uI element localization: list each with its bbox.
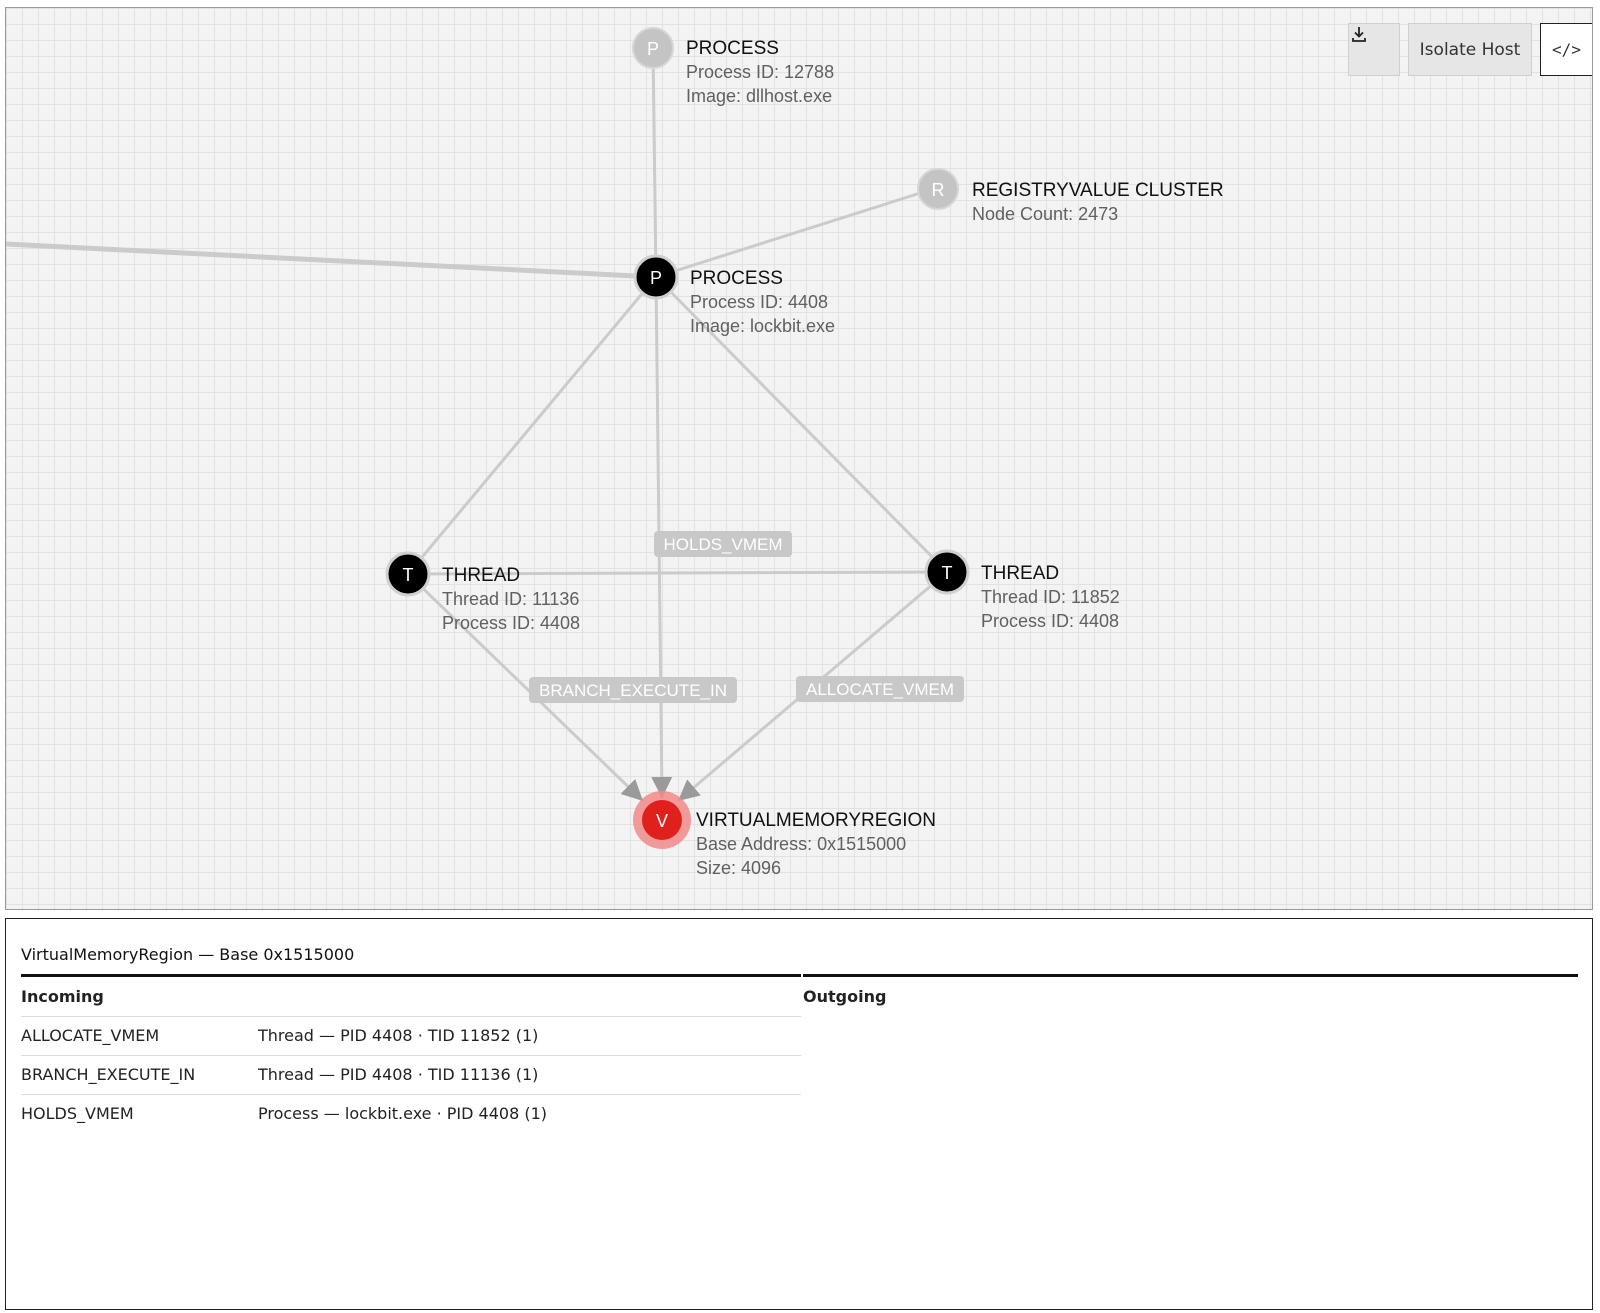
node-registry-cluster[interactable]: R REGISTRYVALUE CLUSTER Node Count: 2473: [917, 168, 1224, 224]
edge-label-holds-vmem[interactable]: HOLDS_VMEM: [654, 531, 792, 557]
node-process-12788[interactable]: P PROCESS Process ID: 12788 Image: dllho…: [632, 27, 834, 106]
edge-registry-cluster[interactable]: [655, 187, 934, 279]
isolate-host-button[interactable]: Isolate Host: [1408, 23, 1532, 76]
node-title: PROCESS: [690, 268, 783, 289]
node-thread-11136[interactable]: T THREAD Thread ID: 11136 Process ID: 44…: [385, 551, 580, 633]
graph-canvas[interactable]: HOLDS_VMEM BRANCH_EXECUTE_IN ALLOCATE_VM…: [5, 7, 1593, 910]
node-title: VIRTUALMEMORYREGION: [696, 810, 936, 831]
node-detail: Process ID: 4408: [442, 613, 580, 633]
node-detail: Process ID: 12788: [686, 62, 834, 82]
virtual-memory-icon: V: [656, 811, 668, 831]
thread-icon: T: [403, 565, 414, 585]
download-icon: [1352, 27, 1366, 42]
node-process-4408[interactable]: P PROCESS Process ID: 4408 Image: lockbi…: [633, 254, 835, 336]
node-title: PROCESS: [686, 38, 779, 59]
edge-label-text: BRANCH_EXECUTE_IN: [539, 681, 727, 700]
relation-target[interactable]: Process — lockbit.exe · PID 4408 (1): [258, 1095, 547, 1133]
edge-process-parent[interactable]: [651, 47, 658, 278]
details-title: VirtualMemoryRegion — Base 0x1515000: [21, 945, 355, 964]
node-title: THREAD: [981, 563, 1059, 584]
node-title: REGISTRYVALUE CLUSTER: [972, 180, 1224, 201]
relation-name: ALLOCATE_VMEM: [21, 1026, 160, 1045]
registry-icon: R: [932, 180, 945, 200]
edge-offscreen[interactable]: [6, 241, 657, 280]
relation-target[interactable]: Thread — PID 4408 · TID 11136 (1): [258, 1056, 538, 1094]
code-view-button[interactable]: </>: [1540, 23, 1592, 76]
edge-label-text: ALLOCATE_VMEM: [806, 680, 954, 699]
thread-icon: T: [942, 563, 953, 583]
table-row[interactable]: ALLOCATE_VMEM Thread — PID 4408 · TID 11…: [21, 1017, 801, 1056]
table-row[interactable]: HOLDS_VMEM Process — lockbit.exe · PID 4…: [21, 1095, 801, 1133]
process-icon: P: [650, 268, 662, 288]
code-icon: </>: [1552, 40, 1581, 59]
graph-svg[interactable]: HOLDS_VMEM BRANCH_EXECUTE_IN ALLOCATE_VM…: [6, 8, 1593, 910]
node-detail: Size: 4096: [696, 858, 781, 878]
relation-name: HOLDS_VMEM: [21, 1104, 134, 1123]
node-detail: Base Address: 0x1515000: [696, 834, 906, 854]
edge-label-branch-execute-in[interactable]: BRANCH_EXECUTE_IN: [529, 677, 737, 703]
node-detail: Process ID: 4408: [690, 292, 828, 312]
edge-process-thread-left[interactable]: [406, 276, 658, 575]
edge-label-allocate-vmem[interactable]: ALLOCATE_VMEM: [796, 676, 964, 702]
table-row[interactable]: BRANCH_EXECUTE_IN Thread — PID 4408 · TI…: [21, 1056, 801, 1095]
node-detail: Process ID: 4408: [981, 611, 1119, 631]
details-panel: VirtualMemoryRegion — Base 0x1515000 Inc…: [5, 918, 1593, 1310]
node-detail: Node Count: 2473: [972, 204, 1118, 224]
node-detail: Image: lockbit.exe: [690, 316, 835, 336]
node-title: THREAD: [442, 565, 520, 586]
edge-label-text: HOLDS_VMEM: [663, 535, 782, 554]
download-button[interactable]: [1348, 23, 1400, 76]
incoming-heading: Incoming: [21, 977, 801, 1017]
incoming-column: Incoming ALLOCATE_VMEM Thread — PID 4408…: [21, 974, 801, 1133]
relation-name: BRANCH_EXECUTE_IN: [21, 1065, 196, 1084]
outgoing-column: Outgoing: [803, 974, 1578, 1016]
node-detail: Thread ID: 11136: [442, 589, 579, 609]
node-thread-11852[interactable]: T THREAD Thread ID: 11852 Process ID: 44…: [924, 549, 1120, 631]
node-detail: Thread ID: 11852: [981, 587, 1120, 607]
outgoing-heading: Outgoing: [803, 987, 887, 1006]
relation-target[interactable]: Thread — PID 4408 · TID 11852 (1): [258, 1017, 538, 1055]
process-icon: P: [647, 39, 659, 59]
node-virtualmemoryregion[interactable]: V VIRTUALMEMORYREGION Base Address: 0x15…: [633, 791, 936, 878]
node-detail: Image: dllhost.exe: [686, 86, 832, 106]
